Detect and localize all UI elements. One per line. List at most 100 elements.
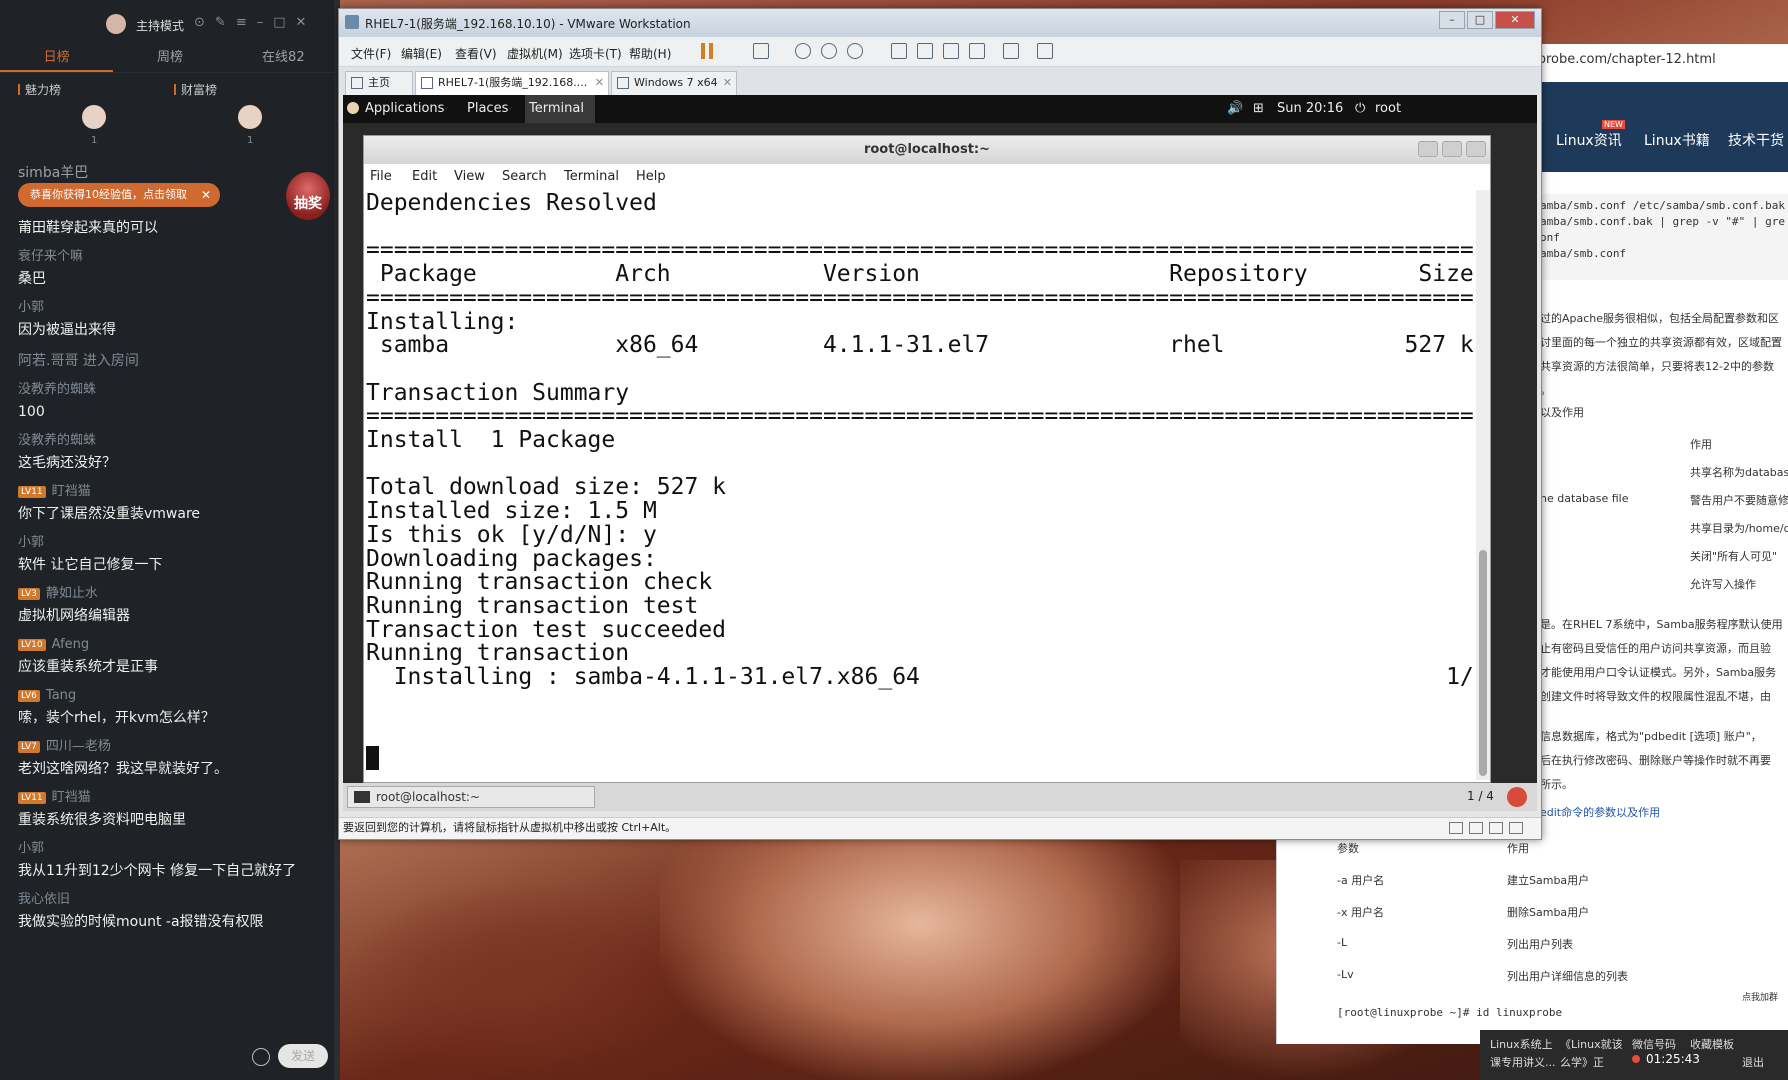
tab-daily[interactable]: 日榜 <box>0 46 114 72</box>
cd-icon[interactable] <box>1469 822 1483 834</box>
unity-icon[interactable] <box>969 43 985 59</box>
corner-link[interactable]: 点我加群 <box>1742 990 1778 1003</box>
send-ctrl-alt-del-icon[interactable] <box>753 43 769 59</box>
menu-help[interactable]: 帮助(H) <box>629 45 671 62</box>
minimize-button[interactable]: – <box>1439 11 1465 29</box>
terminal-scrollbar[interactable] <box>1476 190 1490 780</box>
host-avatar[interactable] <box>106 14 126 34</box>
terminal-menu-file[interactable]: File <box>370 169 392 184</box>
pause-icon[interactable] <box>701 43 713 59</box>
user-menu[interactable]: root <box>1375 101 1401 116</box>
emoji-icon[interactable] <box>252 1048 270 1066</box>
terminal-output[interactable]: Dependencies Resolved ===================… <box>364 190 1488 780</box>
terminal-menu-terminal[interactable]: Terminal <box>564 169 619 184</box>
close-tab-icon[interactable]: ✕ <box>595 72 604 94</box>
notification-icon[interactable] <box>1507 787 1527 807</box>
tray-text[interactable]: 收藏模板 <box>1690 1036 1734 1052</box>
chat-username[interactable]: LV3 静如止水 <box>18 584 340 604</box>
rank-avatar[interactable] <box>82 105 106 129</box>
volume-icon[interactable]: 🔊 <box>1227 101 1243 116</box>
edit-icon[interactable]: ✎ <box>215 15 226 30</box>
exp-notice[interactable]: 恭喜你获得10经验值，点击领取 ✕ <box>18 183 220 207</box>
thumbnail-bar-icon[interactable] <box>917 43 933 59</box>
terminal-titlebar[interactable]: root@localhost:~ <box>364 136 1490 164</box>
menu-view[interactable]: 查看(V) <box>455 45 497 62</box>
send-button[interactable]: 发送 <box>278 1044 328 1068</box>
close-icon[interactable]: ✕ <box>296 15 307 30</box>
chat-username[interactable]: 小郭 <box>18 839 340 859</box>
scrollbar-thumb[interactable] <box>1479 550 1487 776</box>
close-button[interactable]: ✕ <box>1495 11 1535 29</box>
chat-username[interactable]: 我心依旧 <box>18 890 340 910</box>
network-icon[interactable]: ⊞ <box>1253 101 1264 116</box>
chat-username[interactable]: 没教养的蜘蛛 <box>18 431 340 451</box>
terminal-window[interactable]: root@localhost:~ File Edit View Search T… <box>363 135 1491 783</box>
clock[interactable]: Sun 20:16 <box>1277 101 1343 116</box>
network-adapter-icon[interactable] <box>1489 822 1503 834</box>
nav-item[interactable]: Linux资讯 <box>1556 130 1622 150</box>
chat-username[interactable]: 衰仔来个嘛 <box>18 247 340 267</box>
chat-username[interactable]: LV10 Afeng <box>18 635 340 655</box>
chat-username[interactable]: LV6 Tang <box>18 686 340 706</box>
tray-text[interactable]: Linux系统上 <box>1490 1036 1553 1052</box>
terminal-menu-view[interactable]: View <box>454 169 485 184</box>
settings-icon[interactable]: ⊙ <box>194 15 205 30</box>
revert-snapshot-icon[interactable] <box>821 43 837 59</box>
minimize-icon[interactable]: – <box>257 15 264 30</box>
minimize-button[interactable] <box>1418 141 1438 157</box>
nav-item[interactable]: 技术干货 <box>1728 130 1784 150</box>
menu-file[interactable]: 文件(F) <box>351 45 391 62</box>
chat-username[interactable]: LV11 盯裆猫 <box>18 788 340 808</box>
places-menu[interactable]: Places <box>467 101 508 116</box>
chat-username[interactable]: 小郭 <box>18 533 340 553</box>
browser-url[interactable]: xprobe.com/chapter-12.html <box>1530 52 1716 67</box>
close-button[interactable] <box>1466 141 1486 157</box>
maximize-button[interactable]: □ <box>1467 11 1493 29</box>
stretch-icon[interactable] <box>1037 43 1053 59</box>
wealth-rank-label[interactable]: 财富榜 <box>174 81 217 98</box>
exit-button[interactable]: 退出 <box>1742 1054 1764 1070</box>
tab-rhel7[interactable]: RHEL7-1(服务端_192.168.... ✕ <box>415 71 609 95</box>
menu-tabs[interactable]: 选项卡(T) <box>569 45 622 62</box>
tray-text[interactable]: 微信号码 <box>1632 1036 1676 1052</box>
charm-rank-label[interactable]: 魅力榜 <box>18 81 61 98</box>
menu-edit[interactable]: 编辑(E) <box>401 45 442 62</box>
applications-menu[interactable]: Applications <box>365 101 444 116</box>
usb-icon[interactable] <box>1509 822 1523 834</box>
taskbar-terminal[interactable]: root@localhost:~ <box>347 786 595 808</box>
menu-vm[interactable]: 虚拟机(M) <box>507 45 563 62</box>
workspace-pager[interactable]: 1 / 4 <box>1467 789 1494 803</box>
fullscreen-icon[interactable] <box>943 43 959 59</box>
terminal-menu-search[interactable]: Search <box>502 169 547 184</box>
chat-username[interactable]: 没教养的蜘蛛 <box>18 380 340 400</box>
tray-text[interactable]: 《Linux就该 <box>1560 1036 1623 1052</box>
maximize-icon[interactable]: □ <box>273 15 285 30</box>
console-icon[interactable] <box>1003 43 1019 59</box>
tray-text[interactable]: 课专用讲义... <box>1490 1054 1556 1070</box>
tab-weekly[interactable]: 周榜 <box>113 46 226 72</box>
vmware-titlebar[interactable]: RHEL7-1(服务端_192.168.10.10) - VMware Work… <box>339 9 1541 37</box>
maximize-button[interactable] <box>1442 141 1462 157</box>
lottery-button[interactable]: 抽奖 <box>286 172 330 220</box>
chat-username[interactable]: LV7 四川—老杨 <box>18 737 340 757</box>
rank-avatar[interactable] <box>238 105 262 129</box>
tab-windows7[interactable]: Windows 7 x64 ✕ <box>611 71 737 95</box>
sidebar-toggle-icon[interactable] <box>891 43 907 59</box>
power-icon[interactable]: ⏻ <box>1355 101 1365 116</box>
hdd-icon[interactable] <box>1449 822 1463 834</box>
terminal-menu-edit[interactable]: Edit <box>412 169 437 184</box>
close-tab-icon[interactable]: ✕ <box>723 72 732 94</box>
tray-text[interactable]: 么学》正 <box>1560 1054 1604 1070</box>
tab-home[interactable]: 主页 <box>345 71 413 95</box>
chat-username[interactable]: LV11 盯裆猫 <box>18 482 340 502</box>
close-icon[interactable]: ✕ <box>201 183 211 207</box>
chat-username[interactable]: 小郭 <box>18 298 340 318</box>
tab-online[interactable]: 在线82 <box>227 46 340 72</box>
guest-display[interactable]: Applications Places Terminal 🔊 ⊞ Sun 20:… <box>343 95 1537 811</box>
terminal-menu-help[interactable]: Help <box>636 169 666 184</box>
snapshot-icon[interactable] <box>795 43 811 59</box>
terminal-menu[interactable]: Terminal <box>529 101 584 116</box>
snapshot-manager-icon[interactable] <box>847 43 863 59</box>
nav-item[interactable]: Linux书籍 <box>1644 130 1710 150</box>
menu-icon[interactable]: ≡ <box>236 15 247 30</box>
